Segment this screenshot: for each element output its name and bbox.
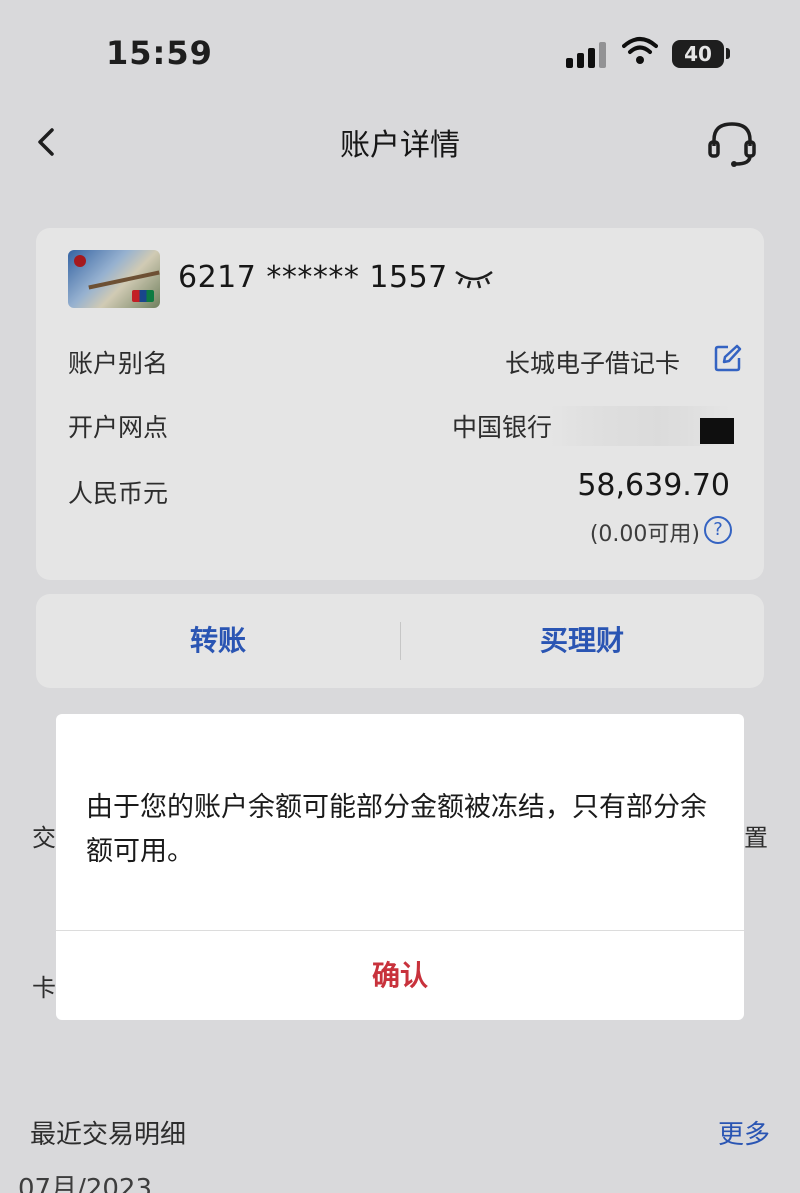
- confirm-button[interactable]: 确认: [56, 932, 744, 1020]
- screen: 15:59 40 账户详情 6217 ****** 1557 账户别名 长城电子…: [0, 0, 800, 1193]
- alert-dialog: 由于您的账户余额可能部分金额被冻结，只有部分余额可用。 确认: [56, 714, 744, 1020]
- dialog-divider: [56, 930, 744, 931]
- dialog-message: 由于您的账户余额可能部分金额被冻结，只有部分余额可用。: [86, 792, 707, 867]
